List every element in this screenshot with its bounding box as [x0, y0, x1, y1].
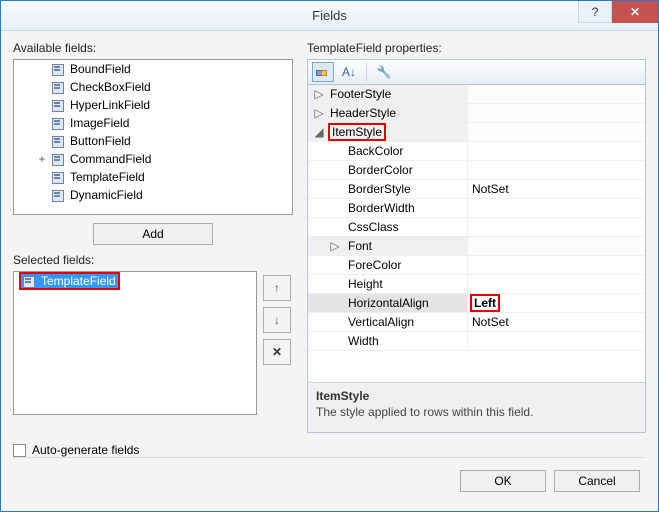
field-icon	[52, 171, 66, 183]
field-icon	[23, 275, 37, 287]
property-row[interactable]: BorderColor	[308, 161, 645, 180]
field-icon	[52, 63, 66, 75]
field-label: TemplateField	[41, 274, 116, 288]
close-button[interactable]: ✕	[612, 1, 658, 23]
property-row[interactable]: ◢ ItemStyle	[308, 123, 645, 142]
categorized-button[interactable]	[312, 62, 334, 82]
available-fields-label: Available fields:	[13, 41, 293, 55]
property-expander[interactable]: ▷	[330, 239, 340, 253]
alphabetical-icon: A↓	[342, 65, 356, 79]
property-expander[interactable]: ◢	[314, 125, 324, 139]
property-row[interactable]: BorderStyle NotSet	[308, 180, 645, 199]
available-field-item[interactable]: ImageField	[14, 114, 292, 132]
ok-button[interactable]: OK	[460, 470, 546, 492]
property-row[interactable]: Height	[308, 275, 645, 294]
available-fields-list[interactable]: BoundField CheckBoxField HyperLinkField Ima…	[13, 59, 293, 215]
property-row[interactable]: VerticalAlign NotSet	[308, 313, 645, 332]
remove-button[interactable]: ✕	[263, 339, 291, 365]
properties-label: TemplateField properties:	[307, 41, 646, 55]
property-name: HorizontalAlign	[348, 296, 429, 310]
property-name: Width	[348, 334, 379, 348]
field-label: CheckBoxField	[70, 80, 151, 94]
field-label: ImageField	[70, 116, 129, 130]
property-name: Font	[348, 239, 372, 253]
available-field-item[interactable]: ButtonField	[14, 132, 292, 150]
property-name: BorderColor	[348, 163, 413, 177]
field-label: DynamicField	[70, 188, 143, 202]
move-up-button[interactable]: ↑	[263, 275, 291, 301]
field-icon	[52, 153, 66, 165]
wrench-icon: 🔧	[377, 65, 392, 79]
field-icon	[52, 99, 66, 111]
available-field-item[interactable]: CheckBoxField	[14, 78, 292, 96]
auto-generate-row[interactable]: Auto-generate fields	[13, 443, 293, 457]
move-down-button[interactable]: ↓	[263, 307, 291, 333]
auto-generate-checkbox[interactable]	[13, 444, 26, 457]
available-field-item[interactable]: DynamicField	[14, 186, 292, 204]
help-button[interactable]: ?	[578, 1, 612, 23]
add-button[interactable]: Add	[93, 223, 213, 245]
field-icon	[52, 81, 66, 93]
selected-field-item[interactable]: TemplateField	[14, 272, 256, 290]
field-label: BoundField	[70, 62, 131, 76]
window-title: Fields	[1, 8, 658, 23]
available-field-item[interactable]: HyperLinkField	[14, 96, 292, 114]
title-bar[interactable]: Fields ? ✕	[1, 1, 658, 31]
selected-fields-list[interactable]: TemplateField	[13, 271, 257, 415]
available-field-item[interactable]: + CommandField	[14, 150, 292, 168]
field-icon	[52, 135, 66, 147]
property-row[interactable]: BorderWidth	[308, 199, 645, 218]
alphabetical-button[interactable]: A↓	[338, 62, 360, 82]
property-row[interactable]: Width	[308, 332, 645, 351]
property-row[interactable]: CssClass	[308, 218, 645, 237]
property-toolbar: A↓ 🔧	[307, 59, 646, 85]
property-row[interactable]: ▷ HeaderStyle	[308, 104, 645, 123]
property-row[interactable]: ▷ FooterStyle	[308, 85, 645, 104]
field-label: ButtonField	[70, 134, 131, 148]
property-name: VerticalAlign	[348, 315, 414, 329]
property-name: ItemStyle	[330, 123, 386, 141]
property-row[interactable]: ▷ Font	[308, 237, 645, 256]
auto-generate-label: Auto-generate fields	[32, 443, 139, 457]
tree-expander[interactable]: +	[36, 152, 48, 166]
property-expander[interactable]: ▷	[314, 87, 324, 101]
property-pages-button[interactable]: 🔧	[373, 62, 395, 82]
field-label: CommandField	[70, 152, 151, 166]
description-pane: ItemStyle The style applied to rows with…	[308, 382, 645, 432]
property-name: FooterStyle	[330, 87, 391, 101]
property-row[interactable]: HorizontalAlign Left	[308, 294, 645, 313]
description-title: ItemStyle	[316, 389, 637, 403]
fields-dialog: Fields ? ✕ Available fields: BoundField C…	[0, 0, 659, 512]
dialog-footer: OK Cancel	[13, 457, 646, 503]
property-name: ForeColor	[348, 258, 401, 272]
property-row[interactable]: BackColor	[308, 142, 645, 161]
field-label: HyperLinkField	[70, 98, 150, 112]
property-value[interactable]: NotSet	[468, 315, 645, 329]
property-name: Height	[348, 277, 383, 291]
field-icon	[52, 117, 66, 129]
property-expander[interactable]: ▷	[314, 106, 324, 120]
property-name: BorderWidth	[348, 201, 415, 215]
property-name: BackColor	[348, 144, 403, 158]
property-name: HeaderStyle	[330, 106, 396, 120]
available-field-item[interactable]: TemplateField	[14, 168, 292, 186]
field-label: TemplateField	[70, 170, 145, 184]
description-text: The style applied to rows within this fi…	[316, 405, 637, 419]
cancel-button[interactable]: Cancel	[554, 470, 640, 492]
property-name: BorderStyle	[348, 182, 411, 196]
property-value[interactable]: NotSet	[468, 182, 645, 196]
property-value[interactable]: Left	[468, 294, 645, 312]
property-row[interactable]: ForeColor	[308, 256, 645, 275]
selected-fields-label: Selected fields:	[13, 253, 293, 267]
property-grid[interactable]: ▷ FooterStyle ▷ HeaderStyle ◢ ItemStyle BackCo…	[308, 85, 645, 382]
categorized-icon	[316, 65, 330, 79]
window-buttons: ? ✕	[578, 1, 658, 23]
field-icon	[52, 189, 66, 201]
available-field-item[interactable]: BoundField	[14, 60, 292, 78]
toolbar-separator	[366, 63, 367, 81]
property-name: CssClass	[348, 220, 399, 234]
